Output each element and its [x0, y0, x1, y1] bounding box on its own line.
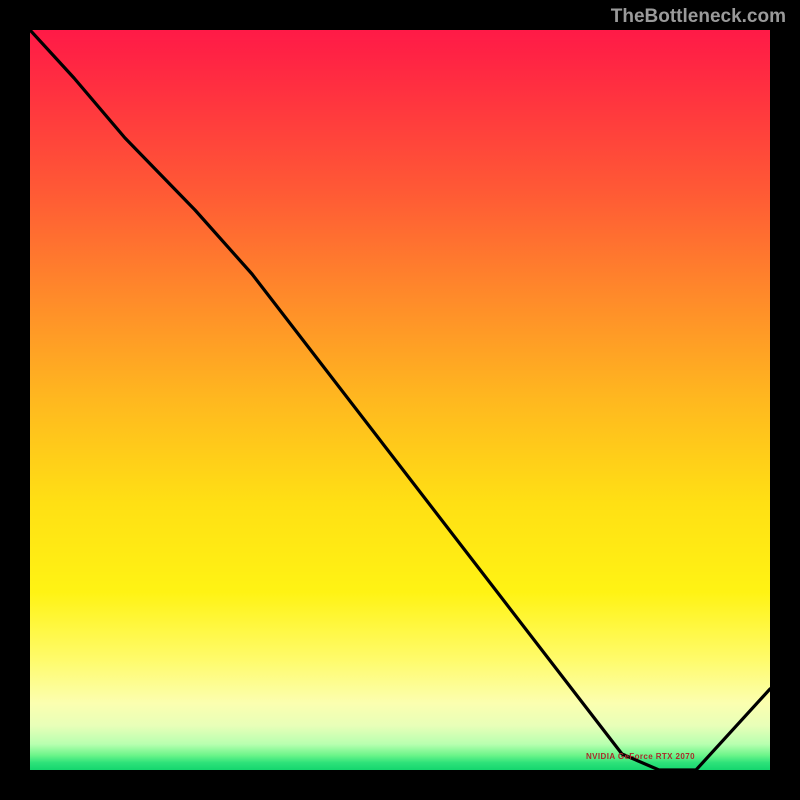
plot-area: NVIDIA GeForce RTX 2070 [30, 30, 770, 770]
chart-frame: TheBottleneck.com NVIDIA GeForce RTX 207… [0, 0, 800, 800]
attribution-label: TheBottleneck.com [611, 6, 786, 28]
curve-path [30, 30, 770, 770]
gpu-annotation: NVIDIA GeForce RTX 2070 [586, 752, 695, 761]
bottleneck-curve [30, 30, 770, 770]
